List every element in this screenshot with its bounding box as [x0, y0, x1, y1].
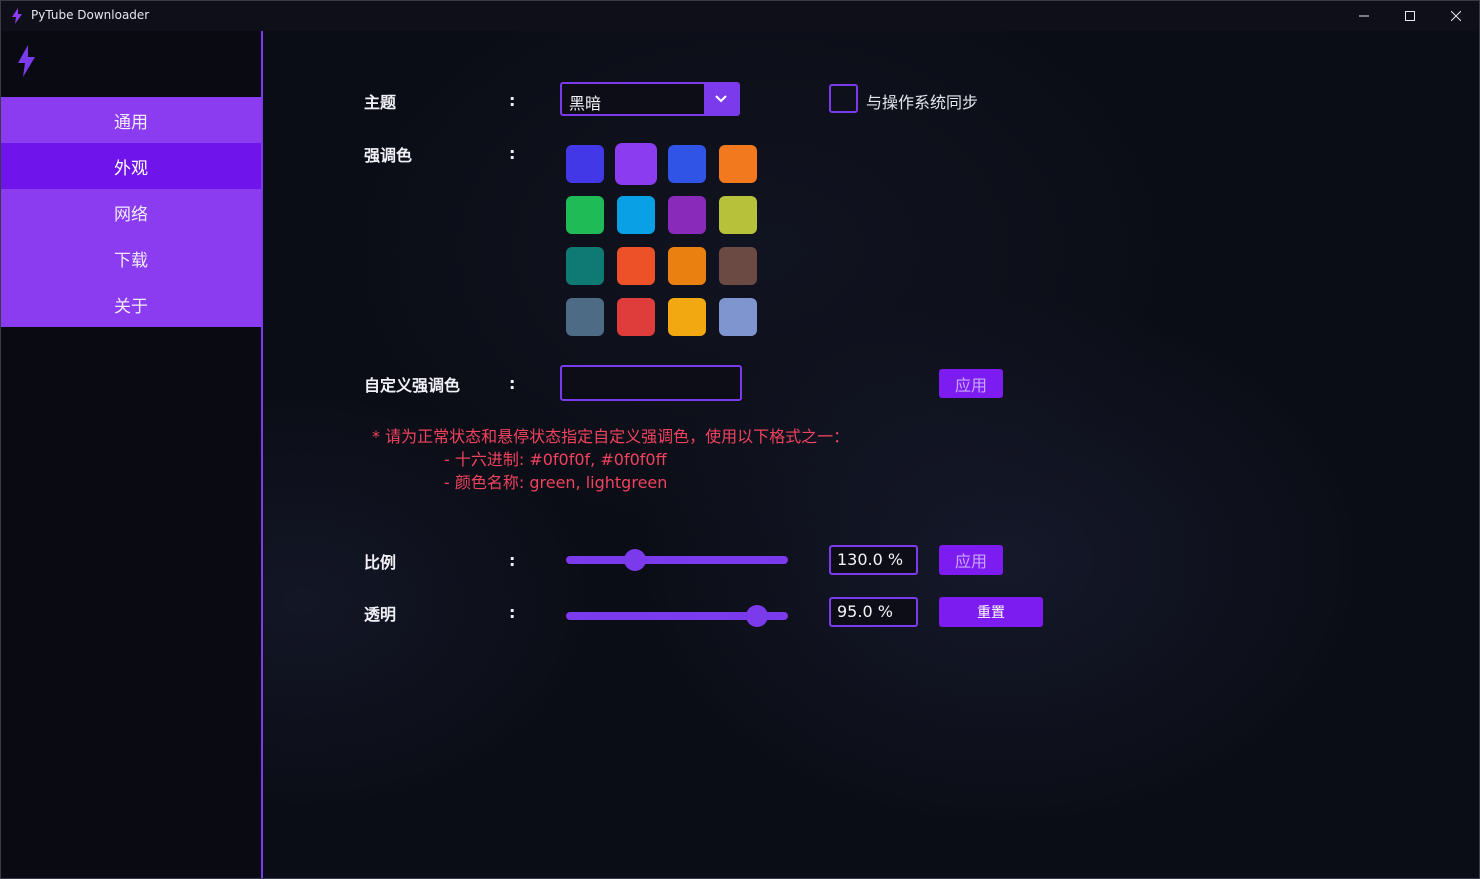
- accent-swatch[interactable]: [566, 247, 604, 285]
- window-title: PyTube Downloader: [31, 8, 150, 22]
- sidebar-item-appearance[interactable]: 外观: [1, 143, 261, 189]
- custom-accent-apply-button[interactable]: 应用: [939, 369, 1003, 398]
- theme-label: 主题: [364, 93, 397, 112]
- custom-accent-note-line1: * 请为正常状态和悬停状态指定自定义强调色，使用以下格式之一：: [372, 427, 850, 446]
- sidebar-item-about[interactable]: 关于: [1, 281, 261, 327]
- opacity-reset-button[interactable]: 重置: [939, 597, 1043, 627]
- maximize-icon: [1405, 11, 1415, 21]
- title-bar[interactable]: PyTube Downloader: [1, 1, 1479, 31]
- sync-os-checkbox[interactable]: [829, 84, 858, 113]
- lightning-logo-icon: [18, 45, 35, 77]
- accent-swatch[interactable]: [617, 196, 655, 234]
- scale-label: 比例: [364, 553, 397, 572]
- opacity-slider-thumb[interactable]: [745, 605, 768, 627]
- sidebar: 通用 外观 网络 下载 关于: [1, 31, 263, 878]
- accent-swatch[interactable]: [566, 145, 604, 183]
- sidebar-nav: 通用 外观 网络 下载 关于: [1, 97, 261, 327]
- theme-select-value: 黑暗: [569, 94, 602, 113]
- chevron-down-icon: [715, 95, 727, 103]
- close-button[interactable]: [1433, 1, 1479, 31]
- accent-colon: :: [509, 144, 516, 163]
- minimize-button[interactable]: [1341, 1, 1387, 31]
- accent-swatch[interactable]: [617, 247, 655, 285]
- scale-slider-thumb[interactable]: [623, 549, 646, 571]
- accent-swatch[interactable]: [615, 143, 657, 185]
- opacity-slider[interactable]: [566, 605, 788, 627]
- accent-swatch[interactable]: [719, 145, 757, 183]
- app-window: PyTube Downloader 通用 外观 网络 下载 关于 主题 : 黑暗: [0, 0, 1480, 879]
- sync-os-label: 与操作系统同步: [866, 93, 979, 112]
- accent-swatch[interactable]: [668, 298, 706, 336]
- accent-swatch[interactable]: [668, 247, 706, 285]
- lightning-app-icon: [12, 8, 22, 24]
- theme-select[interactable]: 黑暗: [560, 82, 740, 116]
- scale-value-input[interactable]: 130.0 %: [829, 545, 918, 575]
- opacity-colon: :: [509, 603, 516, 622]
- close-icon: [1451, 11, 1461, 21]
- accent-swatch[interactable]: [719, 196, 757, 234]
- custom-accent-colon: :: [509, 374, 516, 393]
- sidebar-item-general[interactable]: 通用: [1, 97, 261, 143]
- minimize-icon: [1359, 15, 1369, 17]
- accent-swatch[interactable]: [668, 196, 706, 234]
- accent-label: 强调色: [364, 146, 413, 165]
- maximize-button[interactable]: [1387, 1, 1433, 31]
- sidebar-item-network[interactable]: 网络: [1, 189, 261, 235]
- accent-swatch[interactable]: [719, 247, 757, 285]
- accent-swatch[interactable]: [617, 298, 655, 336]
- scale-apply-button[interactable]: 应用: [939, 545, 1003, 575]
- theme-dropdown-button[interactable]: [704, 84, 738, 114]
- opacity-value-input[interactable]: 95.0 %: [829, 597, 918, 627]
- custom-accent-note-line3: - 颜色名称: green, lightgreen: [444, 473, 668, 492]
- scale-slider[interactable]: [566, 549, 788, 571]
- accent-swatch[interactable]: [566, 298, 604, 336]
- accent-swatch[interactable]: [719, 298, 757, 336]
- custom-accent-note-line2: - 十六进制: #0f0f0f, #0f0f0ff: [444, 450, 667, 469]
- accent-swatch[interactable]: [566, 196, 604, 234]
- sidebar-item-downloads[interactable]: 下载: [1, 235, 261, 281]
- custom-accent-label: 自定义强调色: [364, 376, 461, 395]
- scale-colon: :: [509, 551, 516, 570]
- custom-accent-input[interactable]: [560, 365, 742, 401]
- theme-colon: :: [509, 91, 516, 110]
- accent-swatch[interactable]: [668, 145, 706, 183]
- opacity-label: 透明: [364, 605, 397, 624]
